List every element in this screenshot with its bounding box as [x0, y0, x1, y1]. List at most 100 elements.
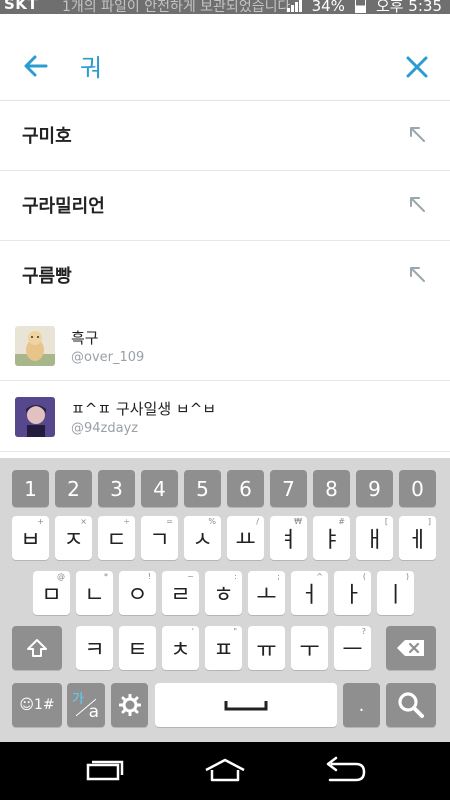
- search-bar: 궈: [0, 14, 450, 102]
- period-key[interactable]: .: [343, 683, 380, 727]
- key-4[interactable]: 4: [141, 470, 178, 507]
- key-hint: *: [104, 572, 108, 581]
- key-bieup[interactable]: + ㅂ: [12, 516, 49, 560]
- search-key[interactable]: [386, 683, 436, 727]
- space-key[interactable]: [155, 683, 337, 727]
- fill-query-arrow-icon[interactable]: [408, 265, 426, 283]
- backspace-key[interactable]: [386, 626, 436, 670]
- shift-key[interactable]: [12, 626, 62, 670]
- key-nieun[interactable]: * ㄴ: [76, 571, 113, 615]
- fill-query-arrow-icon[interactable]: [408, 125, 426, 143]
- key-siot[interactable]: % ㅅ: [184, 516, 221, 560]
- key-hint: ×: [80, 517, 87, 526]
- key-5[interactable]: 5: [184, 470, 221, 507]
- back-nav-icon[interactable]: [322, 756, 368, 786]
- key-mieum[interactable]: @ ㅁ: [33, 571, 70, 615]
- suggestion-item[interactable]: 구미호: [0, 101, 450, 171]
- user-result[interactable]: 흑구 @over_109: [0, 310, 450, 381]
- home-icon[interactable]: [202, 756, 248, 786]
- key-hint: %: [208, 517, 216, 526]
- user-name: ㅍ^ㅍ 구사일생 ㅂ^ㅂ: [71, 400, 217, 418]
- key-8[interactable]: 8: [313, 470, 350, 507]
- user-result[interactable]: ㅍ^ㅍ 구사일생 ㅂ^ㅂ @94zdayz: [0, 381, 450, 452]
- key-yo[interactable]: / ㅛ: [227, 516, 264, 560]
- key-label: ㅋ: [84, 638, 105, 663]
- suggestion-label: 구름빵: [22, 266, 72, 287]
- key-label: ㅈ: [63, 528, 84, 553]
- key-hint: (: [362, 572, 366, 581]
- key-a[interactable]: (ㅏ: [334, 571, 371, 615]
- system-nav-bar: [0, 742, 450, 800]
- key-label: ㅕ: [278, 528, 299, 553]
- avatar: [15, 326, 55, 366]
- suggestion-item[interactable]: 구라밀리언: [0, 171, 450, 241]
- key-chieut[interactable]: ' ㅊ: [162, 626, 199, 670]
- key-hint: =: [166, 517, 173, 526]
- space-icon: [224, 701, 268, 711]
- key-yeo[interactable]: ₩ ㅕ: [270, 516, 307, 560]
- key-hint: #: [338, 517, 345, 526]
- language-key[interactable]: 가 a: [67, 683, 105, 727]
- key-3[interactable]: 3: [98, 470, 135, 507]
- key-e[interactable]: ] ㅔ: [399, 516, 436, 560]
- key-9[interactable]: 9: [356, 470, 393, 507]
- key-label: ㄹ: [170, 583, 191, 608]
- key-label: ㅣ: [385, 583, 406, 608]
- carrier-label: SKT: [4, 0, 39, 13]
- key-pieup[interactable]: " ㅍ: [205, 626, 242, 670]
- backspace-icon: [397, 640, 424, 656]
- key-hint: ^: [316, 572, 323, 581]
- key-hint: ': [191, 627, 194, 636]
- key-0[interactable]: 0: [399, 470, 436, 507]
- key-label: ㅡ: [342, 638, 363, 663]
- fill-query-arrow-icon[interactable]: [408, 195, 426, 213]
- key-digeut[interactable]: ÷ ㄷ: [98, 516, 135, 560]
- key-2[interactable]: 2: [55, 470, 92, 507]
- key-yu[interactable]: ㅠ: [248, 626, 285, 670]
- avatar: [15, 397, 55, 437]
- key-label: ㅛ: [235, 528, 256, 553]
- key-ae[interactable]: [ㅐ: [356, 516, 393, 560]
- status-bar: SKT 1개의 파일이 안전하게 보관되었습니다 34% 오후 5:35: [0, 0, 450, 14]
- search-input[interactable]: 궈: [80, 48, 102, 83]
- key-hieut[interactable]: :ㅎ: [205, 571, 242, 615]
- key-hint: ): [405, 572, 409, 581]
- key-label: ㅓ: [299, 583, 320, 608]
- key-u[interactable]: ㅜ: [291, 626, 328, 670]
- key-hint: [: [384, 517, 388, 526]
- settings-key[interactable]: [111, 683, 148, 727]
- user-handle: @over_109: [71, 350, 145, 365]
- suggestion-item[interactable]: 구름빵: [0, 241, 450, 311]
- key-hint: +: [37, 517, 44, 526]
- key-7[interactable]: 7: [270, 470, 307, 507]
- key-label: ㄴ: [84, 583, 105, 608]
- back-arrow-icon[interactable]: [22, 52, 50, 80]
- key-label: ㅌ: [127, 638, 148, 663]
- emoji-symbol-key[interactable]: ☺1#: [12, 683, 62, 727]
- key-hint: ÷: [123, 517, 130, 526]
- key-jieut[interactable]: × ㅈ: [55, 516, 92, 560]
- key-tieut[interactable]: ㅌ: [119, 626, 156, 670]
- key-1[interactable]: 1: [12, 470, 49, 507]
- key-i[interactable]: ) ㅣ: [377, 571, 414, 615]
- key-eu[interactable]: ? ㅡ: [334, 626, 371, 670]
- key-ieung[interactable]: ! ㅇ: [119, 571, 156, 615]
- key-eo[interactable]: ^ ㅓ: [291, 571, 328, 615]
- key-6[interactable]: 6: [227, 470, 264, 507]
- key-o[interactable]: ; ㅗ: [248, 571, 285, 615]
- shift-icon: [27, 639, 47, 657]
- key-label: ㅊ: [170, 638, 191, 663]
- key-label: ㄷ: [106, 528, 127, 553]
- key-label: ㅁ: [41, 583, 62, 608]
- search-icon: [398, 692, 424, 718]
- clear-icon[interactable]: [404, 54, 430, 80]
- key-label: ㅔ: [407, 528, 428, 553]
- key-hint: ;: [277, 572, 280, 581]
- key-rieul[interactable]: ~ ㄹ: [162, 571, 199, 615]
- key-giyeok[interactable]: = ㄱ: [141, 516, 178, 560]
- key-label: ㅇ: [127, 583, 148, 608]
- recent-apps-icon[interactable]: [80, 756, 126, 786]
- key-ya[interactable]: # ㅑ: [313, 516, 350, 560]
- gear-icon: [118, 694, 141, 716]
- key-kieuk[interactable]: ㅋ: [76, 626, 113, 670]
